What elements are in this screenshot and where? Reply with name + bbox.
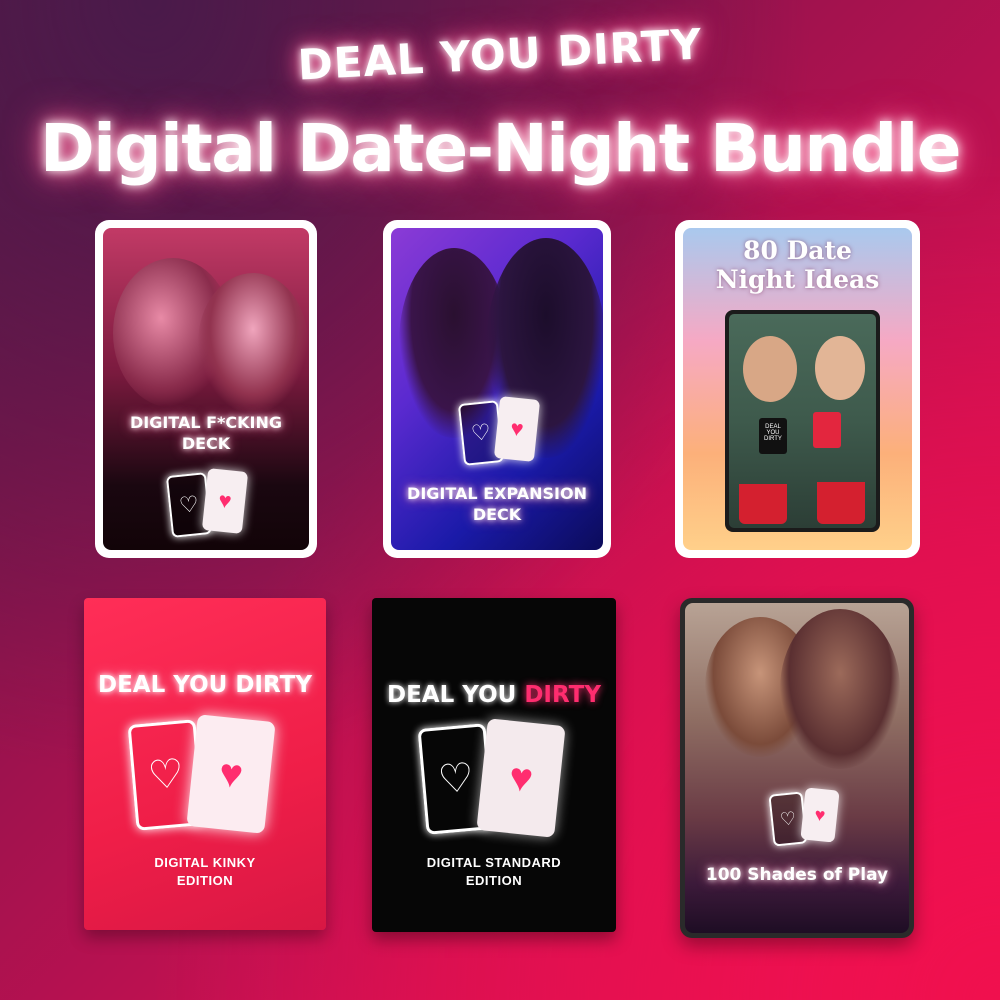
product-image: DIGITAL F*CKING DECK ♡ ♥	[103, 228, 309, 550]
product-card-kinky-edition[interactable]: DEAL YOU DIRTY ♡ ♥ DIGITAL KINKY EDITION	[84, 598, 326, 930]
heart-icon: ♥	[216, 750, 246, 797]
person-face	[743, 336, 797, 402]
mini-card: DEAL YOU DIRTY	[759, 418, 787, 454]
edition-line1: DIGITAL STANDARD	[426, 855, 562, 870]
tablet-screen-photo: DEAL YOU DIRTY	[729, 314, 876, 528]
card-pair-icon: ♡ ♥	[457, 396, 547, 466]
product-title: 100 Shades of Play	[705, 865, 889, 885]
card-pair-icon: ♡ ♥	[127, 714, 288, 846]
card-pair-icon: ♡ ♥	[417, 718, 578, 850]
red-cup	[817, 482, 865, 524]
product-image: 80 Date Night Ideas DEAL YOU DIRTY	[683, 228, 912, 550]
deck-brand-part2: DIRTY	[524, 682, 601, 708]
product-title-line1: DIGITAL EXPANSION	[407, 484, 587, 503]
product-card-expansion-deck[interactable]: ♡ ♥ DIGITAL EXPANSION DECK	[383, 220, 611, 558]
card-pair-icon: ♡ ♥	[165, 468, 255, 538]
product-image: ♡ ♥ DIGITAL EXPANSION DECK	[391, 228, 603, 550]
deck-brand-part1: DEAL YOU	[386, 682, 525, 708]
product-card-date-night-ideas[interactable]: 80 Date Night Ideas DEAL YOU DIRTY	[675, 220, 920, 558]
edition-label: DIGITAL KINKY EDITION	[84, 854, 326, 890]
brand-logo: DEAL YOU DIRTY	[296, 19, 704, 90]
product-title: 80 Date Night Ideas	[683, 236, 912, 294]
heart-icon: ♥	[813, 804, 827, 826]
product-card-100-shades[interactable]: ♡ ♥ 100 Shades of Play	[680, 598, 914, 938]
product-title-line2: DECK	[181, 434, 231, 453]
product-card-fucking-deck[interactable]: DIGITAL F*CKING DECK ♡ ♥	[95, 220, 317, 558]
edition-line2: EDITION	[176, 873, 234, 888]
couple-silhouette	[780, 609, 900, 769]
edition-line1: DIGITAL KINKY	[154, 855, 256, 870]
tablet-mockup: DEAL YOU DIRTY	[725, 310, 880, 532]
edition-line2: EDITION	[465, 873, 523, 888]
product-card-standard-edition[interactable]: DEAL YOU DIRTY ♡ ♥ DIGITAL STANDARD EDIT…	[372, 598, 616, 932]
heart-outline-icon: ♡	[177, 491, 201, 518]
card-pair-icon: ♡ ♥	[767, 787, 857, 857]
heart-outline-icon: ♡	[778, 808, 798, 830]
tablet-screen: ♡ ♥ 100 Shades of Play	[685, 603, 909, 933]
person-face	[815, 336, 865, 400]
product-title-line2: Night Ideas	[715, 265, 880, 294]
deck-brand: DEAL YOU DIRTY	[97, 672, 312, 698]
heart-outline-icon: ♡	[469, 419, 493, 446]
red-cup	[739, 484, 787, 524]
couple-silhouette	[198, 273, 308, 413]
heart-icon: ♥	[506, 754, 536, 801]
product-title-line1: 80 Date	[743, 236, 852, 265]
heart-outline-icon: ♡	[436, 755, 476, 803]
edition-label: DIGITAL STANDARD EDITION	[372, 854, 616, 890]
heart-icon: ♥	[509, 415, 525, 442]
heart-outline-icon: ♡	[146, 751, 186, 799]
product-title-line2: DECK	[472, 505, 522, 524]
product-title-line1: DIGITAL F*CKING	[129, 413, 283, 432]
page-title: Digital Date-Night Bundle	[39, 110, 962, 187]
mini-card	[813, 412, 841, 448]
deck-brand: DEAL YOU DIRTY	[372, 682, 616, 708]
heart-icon: ♥	[217, 487, 233, 514]
